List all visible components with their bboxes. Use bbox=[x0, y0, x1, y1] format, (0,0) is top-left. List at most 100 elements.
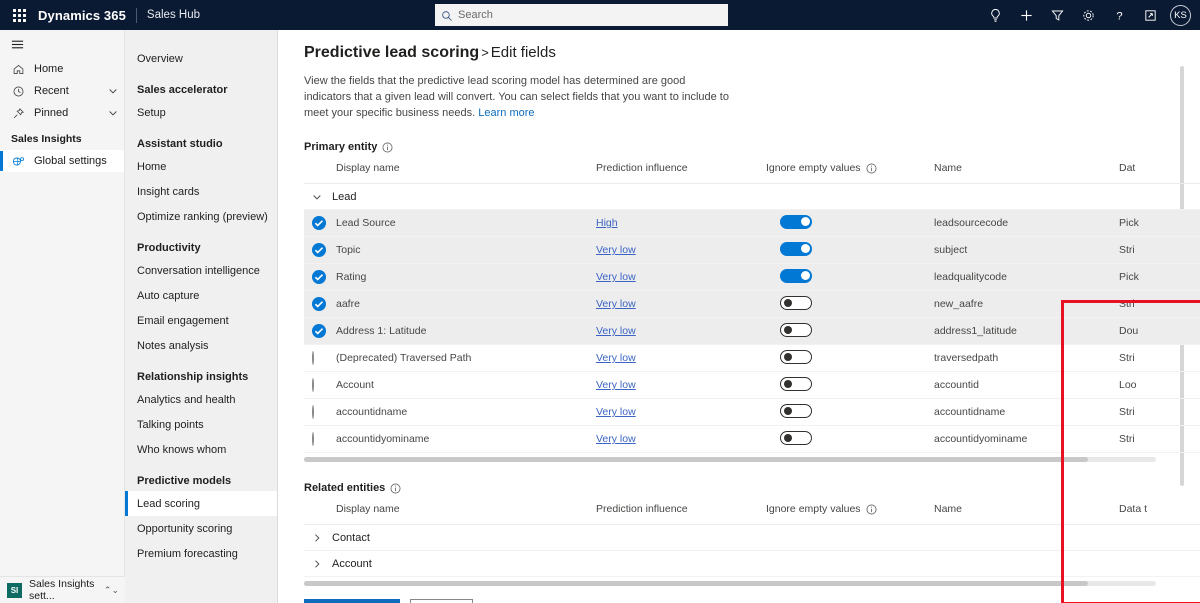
ignore-empty-values-toggle[interactable] bbox=[780, 430, 812, 445]
subnav-item-analytics-and-health[interactable]: Analytics and health bbox=[125, 387, 277, 412]
ignore-empty-values-header[interactable]: Ignore empty values bbox=[766, 503, 934, 525]
name-header[interactable]: Name bbox=[934, 503, 1119, 525]
updown-icon[interactable]: ⌃⌄ bbox=[104, 585, 119, 596]
avatar[interactable]: KS bbox=[1170, 4, 1191, 26]
chevron-down-icon[interactable] bbox=[108, 108, 118, 118]
ignore-empty-values-cell[interactable] bbox=[766, 317, 934, 345]
checkbox-unchecked-icon[interactable] bbox=[312, 351, 314, 365]
table-row[interactable]: (Deprecated) Traversed Path Very low trave… bbox=[304, 344, 1200, 372]
row-select-cell[interactable] bbox=[304, 290, 336, 318]
checkbox-unchecked-icon[interactable] bbox=[312, 378, 314, 392]
table-row[interactable]: Lead Source High leadsourcecode Pick bbox=[304, 209, 1200, 237]
checkbox-checked-icon[interactable] bbox=[312, 297, 326, 311]
sidebar-item-home[interactable]: Home bbox=[0, 58, 124, 80]
info-icon[interactable] bbox=[866, 504, 877, 515]
retrain-model-button[interactable]: Retrain model bbox=[304, 599, 401, 603]
row-select-cell[interactable] bbox=[304, 344, 336, 372]
app-name-label[interactable]: Sales Hub bbox=[147, 9, 200, 21]
ignore-empty-values-cell[interactable] bbox=[766, 263, 934, 291]
table-row[interactable]: Address 1: Latitude Very low address1_lati… bbox=[304, 317, 1200, 345]
subnav-item-email-engagement[interactable]: Email engagement bbox=[125, 308, 277, 333]
influence-link[interactable]: Very low bbox=[596, 244, 636, 256]
subnav-item-who-knows-whom[interactable]: Who knows whom bbox=[125, 437, 277, 462]
checkbox-unchecked-icon[interactable] bbox=[312, 405, 314, 419]
influence-link[interactable]: Very low bbox=[596, 271, 636, 283]
sidebar-item-global-settings[interactable]: Global settings bbox=[0, 150, 124, 172]
prediction-influence-cell[interactable]: Very low bbox=[596, 263, 766, 291]
data-type-header[interactable]: Dat bbox=[1119, 162, 1200, 184]
table-row[interactable]: Rating Very low leadqualitycode Pick bbox=[304, 263, 1200, 291]
influence-link[interactable]: Very low bbox=[596, 433, 636, 445]
checkbox-unchecked-icon[interactable] bbox=[312, 432, 314, 446]
subnav-item-premium-forecasting[interactable]: Premium forecasting bbox=[125, 541, 277, 566]
subnav-item-talking-points[interactable]: Talking points bbox=[125, 412, 277, 437]
sidebar-item-recent[interactable]: Recent bbox=[0, 80, 124, 102]
search-container[interactable]: Search bbox=[435, 4, 728, 26]
prediction-influence-header[interactable]: Prediction influence bbox=[596, 503, 766, 525]
display-name-header[interactable]: Display name bbox=[336, 162, 596, 184]
info-icon[interactable] bbox=[866, 163, 877, 174]
ignore-empty-values-cell[interactable] bbox=[766, 290, 934, 318]
subnav-item-overview[interactable]: Overview bbox=[125, 46, 277, 71]
lightbulb-icon[interactable] bbox=[980, 0, 1011, 30]
checkbox-checked-icon[interactable] bbox=[312, 243, 326, 257]
table-group-row[interactable]: Contact bbox=[304, 524, 1200, 551]
gear-icon[interactable] bbox=[1073, 0, 1104, 30]
subnav-item-opportunity-scoring[interactable]: Opportunity scoring bbox=[125, 516, 277, 541]
checkbox-checked-icon[interactable] bbox=[312, 270, 326, 284]
prediction-influence-cell[interactable]: Very low bbox=[596, 290, 766, 318]
chevron-down-icon[interactable] bbox=[312, 192, 322, 202]
table-row[interactable]: accountidname Very low accountidname Stri bbox=[304, 398, 1200, 426]
ignore-empty-values-cell[interactable] bbox=[766, 344, 934, 372]
subnav-item-conversation-intelligence[interactable]: Conversation intelligence bbox=[125, 258, 277, 283]
prediction-influence-cell[interactable]: Very low bbox=[596, 398, 766, 426]
influence-link[interactable]: Very low bbox=[596, 298, 636, 310]
row-select-cell[interactable] bbox=[304, 209, 336, 237]
ignore-empty-values-cell[interactable] bbox=[766, 371, 934, 399]
row-select-cell[interactable] bbox=[304, 263, 336, 291]
subnav-item-optimize-ranking[interactable]: Optimize ranking (preview) bbox=[125, 204, 277, 229]
ignore-empty-values-toggle[interactable] bbox=[780, 403, 812, 418]
info-icon[interactable] bbox=[382, 142, 393, 153]
influence-link[interactable]: High bbox=[596, 217, 618, 229]
ignore-empty-values-toggle[interactable] bbox=[780, 322, 812, 337]
prediction-influence-cell[interactable]: Very low bbox=[596, 371, 766, 399]
search-input[interactable]: Search bbox=[435, 4, 728, 26]
chevron-right-icon[interactable] bbox=[312, 559, 322, 569]
row-select-cell[interactable] bbox=[304, 398, 336, 426]
hamburger-icon[interactable] bbox=[0, 30, 124, 58]
area-switcher[interactable]: SI Sales Insights sett... ⌃⌄ bbox=[0, 576, 125, 603]
prediction-influence-cell[interactable]: Very low bbox=[596, 317, 766, 345]
data-type-header[interactable]: Data t bbox=[1119, 503, 1200, 525]
table-group-row[interactable]: Account bbox=[304, 550, 1200, 577]
ignore-empty-values-toggle[interactable] bbox=[780, 241, 812, 256]
chevron-right-icon[interactable] bbox=[312, 533, 322, 543]
ignore-empty-values-toggle[interactable] bbox=[780, 214, 812, 229]
table-group-row-lead[interactable]: Lead bbox=[304, 183, 1200, 210]
row-select-cell[interactable] bbox=[304, 236, 336, 264]
scrollbar-thumb[interactable] bbox=[304, 581, 1088, 586]
ignore-empty-values-header[interactable]: Ignore empty values bbox=[766, 162, 934, 184]
ignore-empty-values-toggle[interactable] bbox=[780, 349, 812, 364]
scrollbar-thumb[interactable] bbox=[304, 457, 1088, 462]
influence-link[interactable]: Very low bbox=[596, 379, 636, 391]
ignore-empty-values-cell[interactable] bbox=[766, 209, 934, 237]
table-row[interactable]: accountidyominame Very low accountidyomina… bbox=[304, 425, 1200, 453]
checkbox-checked-icon[interactable] bbox=[312, 324, 326, 338]
help-icon[interactable]: ? bbox=[1104, 0, 1135, 30]
table-row[interactable]: aafre Very low new_aafre Stri bbox=[304, 290, 1200, 318]
ignore-empty-values-cell[interactable] bbox=[766, 236, 934, 264]
ignore-empty-values-cell[interactable] bbox=[766, 398, 934, 426]
prediction-influence-cell[interactable]: High bbox=[596, 209, 766, 237]
ignore-empty-values-toggle[interactable] bbox=[780, 376, 812, 391]
prediction-influence-cell[interactable]: Very low bbox=[596, 236, 766, 264]
sidebar-item-pinned[interactable]: Pinned bbox=[0, 102, 124, 124]
influence-link[interactable]: Very low bbox=[596, 352, 636, 364]
row-select-cell[interactable] bbox=[304, 371, 336, 399]
subnav-item-lead-scoring[interactable]: Lead scoring bbox=[125, 491, 277, 516]
row-select-cell[interactable] bbox=[304, 317, 336, 345]
ignore-empty-values-toggle[interactable] bbox=[780, 295, 812, 310]
ignore-empty-values-cell[interactable] bbox=[766, 425, 934, 453]
influence-link[interactable]: Very low bbox=[596, 406, 636, 418]
name-header[interactable]: Name bbox=[934, 162, 1119, 184]
